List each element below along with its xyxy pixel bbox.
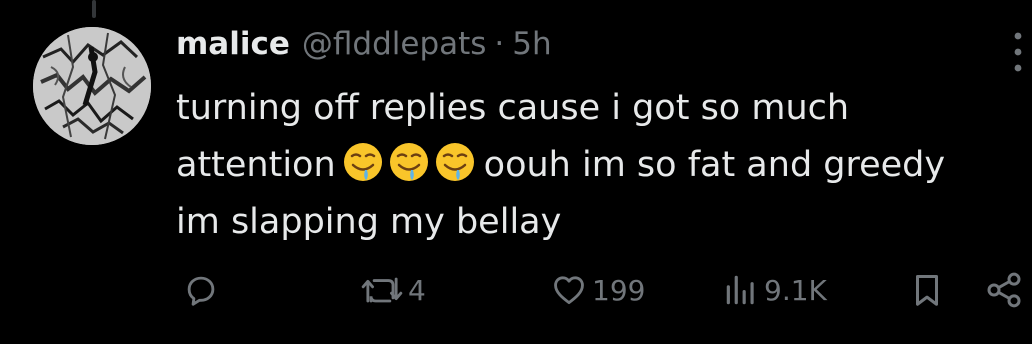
bookmark-icon [915,275,939,306]
avatar-image [33,27,151,145]
like-button[interactable]: 199 [550,268,645,312]
reply-button[interactable] [182,268,220,312]
post-time[interactable]: 5h [512,26,551,62]
emoji-group [342,141,476,183]
drooling-face-emoji-icon [343,143,382,181]
reply-icon [187,276,215,306]
tweet-text-segment: oouh im so fat and greedy [483,145,946,185]
bookmark-button[interactable] [908,268,946,312]
tweet-text: turning off replies cause i got so much … [176,80,1016,251]
avatar[interactable] [33,27,151,145]
drooling-face-emoji-icon [389,143,428,181]
display-name[interactable]: malice [176,26,290,62]
retweet-button[interactable]: 4 [360,268,426,312]
drooling-face-emoji-icon [435,143,474,181]
retweet-icon [361,277,403,303]
heart-icon [554,276,584,305]
header-separator: · [494,26,505,62]
views-button[interactable]: 9.1K [722,268,827,312]
more-options-icon[interactable] [1012,30,1024,74]
thread-connector-line [92,0,96,18]
tweet-actions-bar: 4 199 9.1K [0,260,1032,320]
user-handle[interactable]: @flddlepats [302,26,487,62]
tweet-text-line: im slapping my bellay [176,202,562,242]
tweet-text-segment: attention [176,145,336,185]
tweet-text-line: attention oouh im so fat and greedy [176,137,1016,194]
tweet-header: malice @flddlepats · 5h [176,22,552,66]
tweet-text-line: turning off replies cause i got so much [176,88,850,128]
share-button[interactable] [984,268,1024,312]
retweet-count: 4 [408,273,426,307]
like-count: 199 [592,273,646,307]
views-bar-chart-icon [726,275,754,305]
share-icon [987,272,1021,308]
views-count: 9.1K [764,273,827,307]
